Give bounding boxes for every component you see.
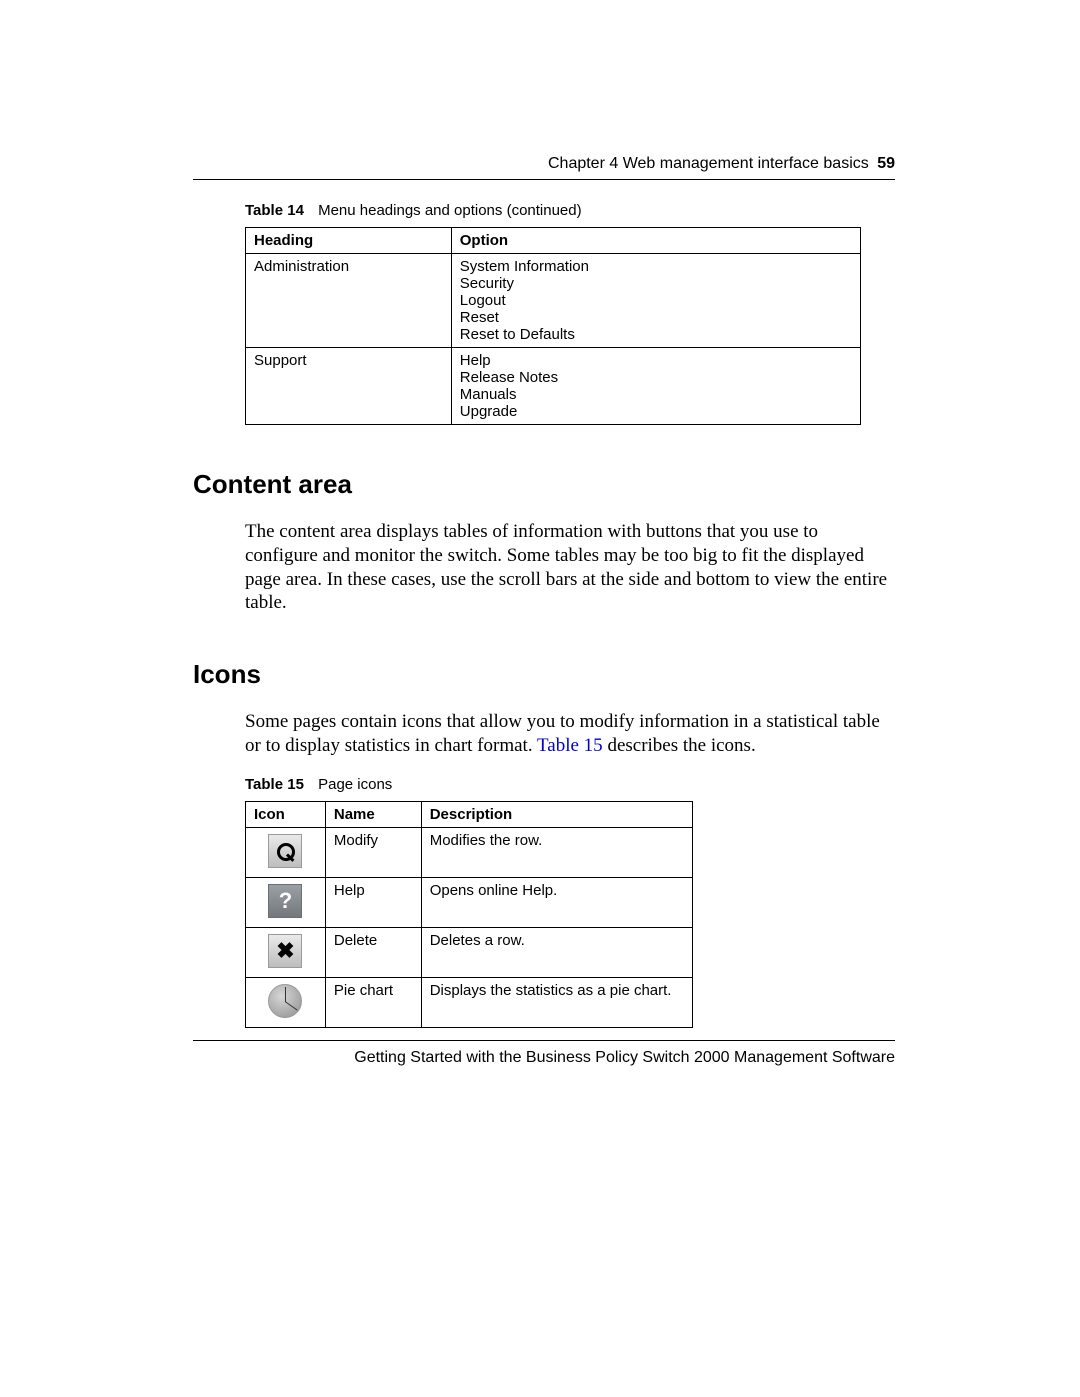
table-row: Icon Name Description bbox=[246, 801, 693, 827]
cell-icon bbox=[246, 827, 326, 877]
footer-text: Getting Started with the Business Policy… bbox=[193, 1049, 895, 1067]
cell-name: Help bbox=[325, 877, 421, 927]
pie-chart-icon bbox=[268, 984, 302, 1018]
table14-title: Menu headings and options (continued) bbox=[318, 202, 582, 219]
th-option: Option bbox=[451, 228, 860, 254]
table15-label: Table 15 bbox=[245, 776, 304, 793]
option-item: Manuals bbox=[460, 386, 852, 403]
help-icon bbox=[268, 884, 302, 918]
para-icons: Some pages contain icons that allow you … bbox=[245, 710, 895, 758]
table14: Heading Option Administration System Inf… bbox=[245, 227, 861, 425]
heading-icons: Icons bbox=[193, 659, 895, 690]
th-desc: Description bbox=[421, 801, 692, 827]
option-item: Upgrade bbox=[460, 403, 852, 420]
cell-desc: Modifies the row. bbox=[421, 827, 692, 877]
cell-icon bbox=[246, 877, 326, 927]
table-row: Delete Deletes a row. bbox=[246, 927, 693, 977]
table-row: Help Opens online Help. bbox=[246, 877, 693, 927]
th-icon: Icon bbox=[246, 801, 326, 827]
option-item: Help bbox=[460, 352, 852, 369]
link-table15[interactable]: Table 15 bbox=[537, 735, 603, 756]
table15-caption: Table 15 Page icons bbox=[245, 776, 895, 793]
cell-desc: Displays the statistics as a pie chart. bbox=[421, 977, 692, 1027]
cell-options: Help Release Notes Manuals Upgrade bbox=[451, 348, 860, 425]
para-content-area: The content area displays tables of info… bbox=[245, 520, 895, 615]
page-number: 59 bbox=[877, 155, 895, 172]
cell-desc: Deletes a row. bbox=[421, 927, 692, 977]
cell-options: System Information Security Logout Reset… bbox=[451, 254, 860, 348]
option-item: Release Notes bbox=[460, 369, 852, 386]
th-name: Name bbox=[325, 801, 421, 827]
cell-name: Delete bbox=[325, 927, 421, 977]
chapter-line: Chapter 4 Web management interface basic… bbox=[548, 155, 869, 172]
header-rule bbox=[193, 179, 895, 180]
table-row: Heading Option bbox=[246, 228, 861, 254]
table-row: Support Help Release Notes Manuals Upgra… bbox=[246, 348, 861, 425]
cell-icon bbox=[246, 977, 326, 1027]
magnifier-icon bbox=[268, 834, 302, 868]
cell-name: Modify bbox=[325, 827, 421, 877]
heading-content-area: Content area bbox=[193, 469, 895, 500]
table14-caption: Table 14 Menu headings and options (cont… bbox=[245, 202, 895, 219]
para-icons-post: describes the icons. bbox=[603, 735, 756, 756]
option-item: Security bbox=[460, 275, 852, 292]
cell-desc: Opens online Help. bbox=[421, 877, 692, 927]
th-heading: Heading bbox=[246, 228, 452, 254]
footer-rule bbox=[193, 1040, 895, 1041]
option-item: Reset bbox=[460, 309, 852, 326]
delete-icon bbox=[268, 934, 302, 968]
cell-name: Pie chart bbox=[325, 977, 421, 1027]
table15: Icon Name Description Modify Modifies th… bbox=[245, 801, 693, 1028]
footer: Getting Started with the Business Policy… bbox=[193, 1040, 895, 1067]
table-row: Modify Modifies the row. bbox=[246, 827, 693, 877]
table14-label: Table 14 bbox=[245, 202, 304, 219]
cell-icon bbox=[246, 927, 326, 977]
option-item: Reset to Defaults bbox=[460, 326, 852, 343]
table15-title: Page icons bbox=[318, 776, 392, 793]
table-row: Administration System Information Securi… bbox=[246, 254, 861, 348]
running-head: Chapter 4 Web management interface basic… bbox=[193, 155, 895, 179]
option-item: System Information bbox=[460, 258, 852, 275]
cell-heading: Support bbox=[246, 348, 452, 425]
page: Chapter 4 Web management interface basic… bbox=[193, 155, 895, 1072]
table-row: Pie chart Displays the statistics as a p… bbox=[246, 977, 693, 1027]
option-item: Logout bbox=[460, 292, 852, 309]
cell-heading: Administration bbox=[246, 254, 452, 348]
